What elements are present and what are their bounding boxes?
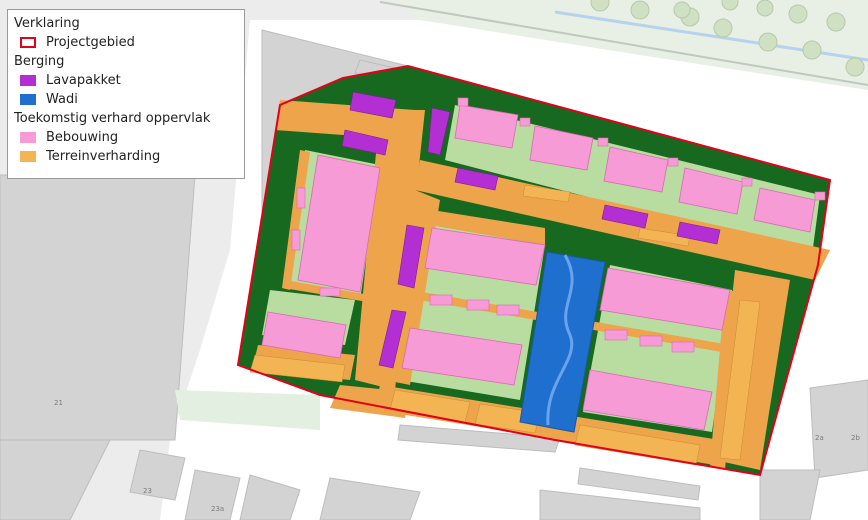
- legend-label: Terreinverharding: [46, 149, 161, 164]
- legend-swatch-terreinverharding: [20, 151, 36, 162]
- legend-swatch-bebouwing: [20, 132, 36, 143]
- legend-label: Toekomstig verhard oppervlak: [14, 111, 211, 126]
- legend-group-1: Berging: [14, 52, 238, 71]
- legend-group-4: Toekomstig verhard oppervlak: [14, 109, 238, 128]
- legend-item-projectgebied: Projectgebied: [14, 33, 238, 52]
- legend-label: Berging: [14, 54, 65, 69]
- map-label-2b: 2b: [851, 434, 860, 442]
- legend-label: Projectgebied: [46, 35, 135, 50]
- map-legend: Verklaring Projectgebied Berging Lavapakke…: [7, 9, 245, 179]
- map-label-23a: 23a: [211, 505, 224, 513]
- legend-item-wadi: Wadi: [14, 90, 238, 109]
- legend-swatch-lavapakket: [20, 75, 36, 86]
- legend-label: Wadi: [46, 92, 78, 107]
- legend-label: Bebouwing: [46, 130, 119, 145]
- map-label-2a: 2a: [815, 434, 824, 442]
- map-label-21: 21: [54, 399, 63, 407]
- legend-item-lavapakket: Lavapakket: [14, 71, 238, 90]
- legend-label: Lavapakket: [46, 73, 121, 88]
- map-label-23: 23: [143, 487, 152, 495]
- legend-item-terreinverharding: Terreinverharding: [14, 147, 238, 166]
- legend-items: Projectgebied Berging Lavapakket Wadi Toekom…: [14, 33, 238, 166]
- legend-title: Verklaring: [14, 16, 80, 31]
- legend-swatch-projectgebied: [20, 37, 36, 48]
- legend-item-bebouwing: Bebouwing: [14, 128, 238, 147]
- legend-swatch-wadi: [20, 94, 36, 105]
